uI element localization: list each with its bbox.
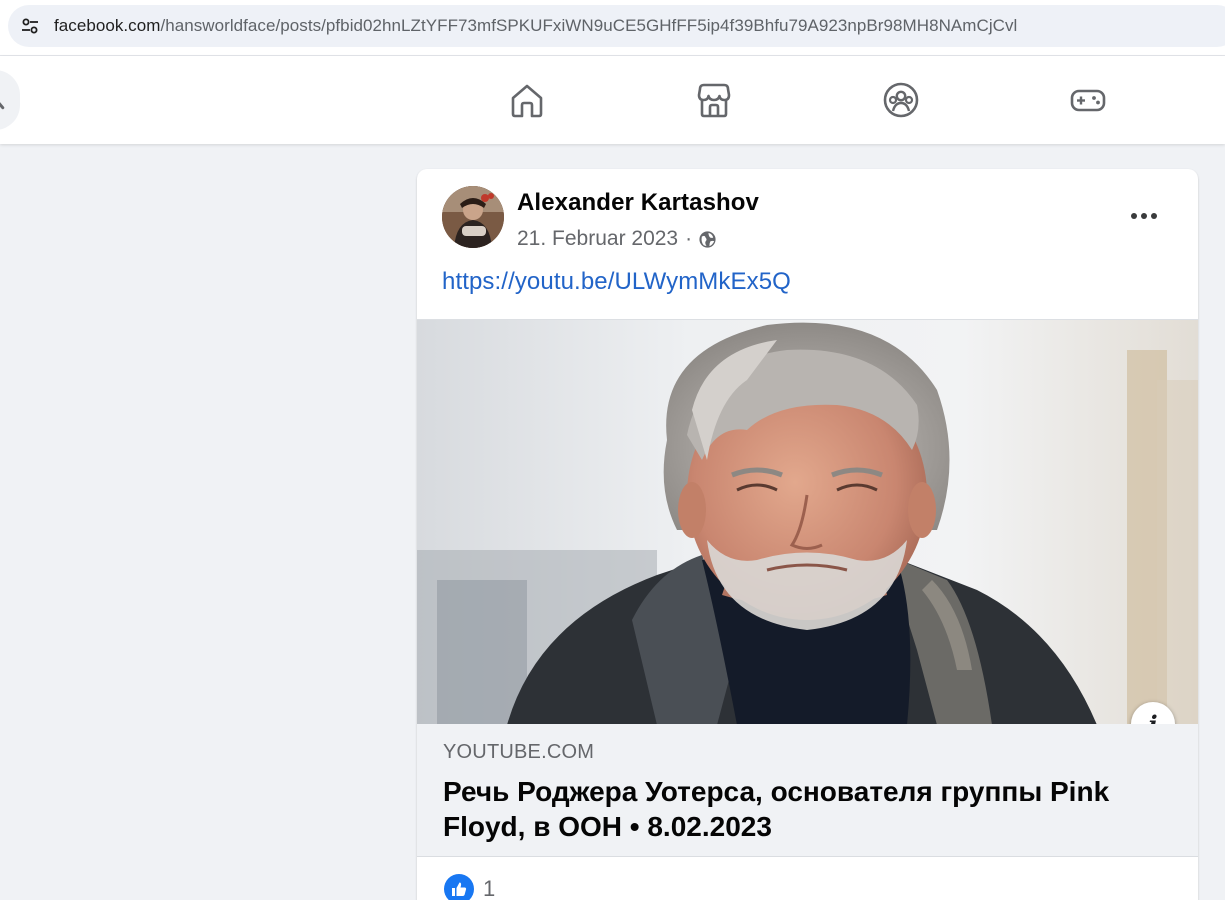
globe-icon [698,230,717,249]
groups-icon[interactable] [881,80,921,120]
url-field[interactable]: facebook.com/hansworldface/posts/pfbid02… [8,5,1225,47]
link-title[interactable]: Речь Роджера Уотерса, основателя группы … [443,774,1163,844]
like-count: 1 [483,876,496,900]
more-options-button[interactable] [1124,199,1164,233]
dot-icon [1131,213,1137,219]
like-icon [444,874,474,900]
url-text: facebook.com/hansworldface/posts/pfbid02… [54,16,1017,36]
avatar[interactable] [442,186,504,248]
gamepad-icon[interactable] [1068,80,1108,120]
store-icon[interactable] [694,80,734,120]
home-icon[interactable] [507,80,547,120]
post-link[interactable]: https://youtu.be/ULWymMkEx5Q [442,268,791,296]
browser-address-bar: facebook.com/hansworldface/posts/pfbid02… [0,0,1225,56]
link-preview-image[interactable] [417,319,1198,724]
author-name[interactable]: Alexander Kartashov [517,189,759,217]
dot-icon [1141,213,1147,219]
link-domain: YOUTUBE.COM [443,741,595,763]
post-card: Alexander Kartashov 21. Februar 2023 · h… [417,169,1198,900]
search-button[interactable] [0,70,20,130]
post-meta: 21. Februar 2023 · [517,227,717,251]
reactions-summary[interactable]: 1 [444,874,495,900]
post-date[interactable]: 21. Februar 2023 [517,227,678,251]
meta-separator: · [685,227,693,250]
dot-icon [1151,213,1157,219]
link-preview-footer[interactable]: YOUTUBE.COM Речь Роджера Уотерса, основа… [417,724,1198,857]
tune-icon[interactable] [20,16,40,36]
url-path: /hansworldface/posts/pfbid02hnLZtYFF73mf… [160,16,1018,35]
url-host: facebook.com [54,16,161,35]
top-navigation [0,56,1225,144]
